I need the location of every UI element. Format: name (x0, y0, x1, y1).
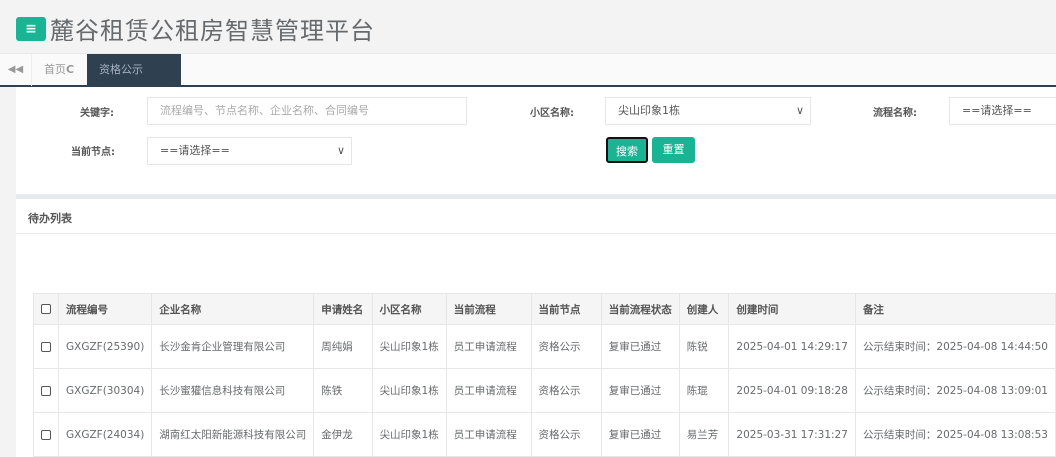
main-content: 关键字: 流程编号、节点名称、企业名称、合同编号 小区名称: 尖山印象1栋 ∨ 流… (16, 87, 1056, 457)
table-cell: 公示结束时间：2025-04-08 13:09:01 (854, 368, 1056, 413)
todo-table: 流程编号 企业名称 申请姓名 小区名称 当前流程 当前节点 当前流程状态 创建人… (33, 293, 1056, 457)
process-value: ==请选择== (962, 104, 1032, 117)
table-cell: 员工申请流程 (445, 412, 532, 457)
list-title: 待办列表 (28, 212, 72, 225)
table-cell: 易兰芳 (678, 412, 730, 457)
col-header: 创建人 (678, 293, 730, 325)
col-header: 企业名称 (151, 293, 315, 325)
community-label: 小区名称: (530, 108, 574, 119)
row-checkbox[interactable] (33, 324, 59, 369)
table-cell: 周纯娟 (313, 324, 373, 369)
community-select[interactable]: 尖山印象1栋 ∨ (605, 97, 811, 125)
table-cell: 陈铁 (313, 368, 373, 413)
table-cell: 公示结束时间：2025-04-08 13:08:53 (854, 412, 1056, 457)
table-cell: GXGZF(30304) (57, 368, 153, 413)
table-cell: 尖山印象1栋 (371, 324, 447, 369)
table-cell: 金伊龙 (313, 412, 373, 457)
table-cell: 陈锐 (678, 324, 730, 369)
table-header-row: 流程编号 企业名称 申请姓名 小区名称 当前流程 当前节点 当前流程状态 创建人… (33, 293, 1056, 325)
col-header: 小区名称 (371, 293, 447, 325)
refresh-icon[interactable]: C (66, 63, 74, 76)
table-cell: 公示结束时间：2025-04-08 14:44:50 (854, 324, 1056, 369)
col-header: 备注 (854, 293, 1056, 325)
chevron-down-icon: ∨ (795, 104, 804, 117)
tab-bar: ◀◀ 首页C 资格公示81C✖ (0, 53, 1056, 108)
node-label: 当前节点: (71, 147, 115, 158)
col-header: 创建时间 (728, 293, 856, 325)
table-cell: 复审已通过 (600, 412, 680, 457)
select-all-checkbox[interactable] (33, 293, 59, 325)
app-title: 麓谷租赁公租房智慧管理平台 (50, 17, 375, 45)
header: ≡ 麓谷租赁公租房智慧管理平台 (0, 0, 1056, 53)
table-cell: 陈琨 (678, 368, 730, 413)
search-button[interactable]: 搜索 (606, 137, 648, 163)
col-header: 流程编号 (57, 293, 153, 325)
process-label: 流程名称: (873, 108, 917, 119)
keyword-input[interactable]: 流程编号、节点名称、企业名称、合同编号 (147, 97, 467, 125)
reset-button[interactable]: 重置 (652, 137, 695, 163)
tab-label: 首页 (44, 63, 66, 76)
tab-scroll-left-button[interactable]: ◀◀ (0, 54, 32, 86)
tab-home[interactable]: 首页C (32, 54, 86, 86)
row-checkbox[interactable] (33, 412, 59, 457)
table-cell: 长沙蜜獾信息科技有限公司 (151, 368, 315, 413)
double-chevron-left-icon: ◀◀ (7, 64, 24, 75)
table-cell: 资格公示 (530, 324, 602, 369)
table-cell: 2025-04-01 14:29:17 (728, 324, 856, 369)
table-row[interactable]: GXGZF(30304) 长沙蜜獾信息科技有限公司 陈铁 尖山印象1栋 员工申请流程 资格… (33, 368, 1056, 413)
keyword-label: 关键字: (80, 108, 114, 119)
node-value: ==请选择== (160, 144, 230, 157)
table-row[interactable]: GXGZF(25390) 长沙金肯企业管理有限公司 周纯娟 尖山印象1栋 员工申请流程资… (33, 324, 1056, 369)
process-select[interactable]: ==请选择== (949, 97, 1056, 125)
table-cell: 员工申请流程 (445, 368, 532, 413)
table-cell: 尖山印象1栋 (371, 412, 447, 457)
table-cell: GXGZF(25390) (57, 324, 153, 369)
menu-toggle-button[interactable]: ≡ (16, 17, 46, 41)
tab-qualification-notice[interactable]: 资格公示81C✖ (87, 54, 181, 108)
hamburger-icon: ≡ (25, 21, 37, 37)
col-header: 申请姓名 (313, 293, 373, 325)
col-header: 当前流程 (445, 293, 532, 325)
node-select[interactable]: ==请选择== ∨ (147, 137, 352, 165)
table-cell: 2025-03-31 17:31:27 (728, 412, 856, 457)
row-checkbox[interactable] (33, 368, 59, 413)
table-cell: 员工申请流程 (445, 324, 532, 369)
table-cell: 2025-04-01 09:18:28 (728, 368, 856, 413)
table-cell: 资格公示 (530, 368, 602, 413)
community-value: 尖山印象1栋 (618, 104, 680, 117)
table-cell: 复审已通过 (600, 368, 680, 413)
chevron-down-icon: ∨ (336, 144, 345, 157)
col-header: 当前节点 (530, 293, 602, 325)
table-cell: 复审已通过 (600, 324, 680, 369)
table-cell: GXGZF(24034) (57, 412, 153, 457)
table-cell: 尖山印象1栋 (371, 368, 447, 413)
divider (16, 233, 1056, 234)
table-row[interactable]: GXGZF(24034) 湖南红太阳新能源科技有限公司 金伊龙 尖山印象1栋 员工申请流… (33, 412, 1056, 457)
table-cell: 资格公示 (530, 412, 602, 457)
col-header: 当前流程状态 (600, 293, 680, 325)
table-cell: 湖南红太阳新能源科技有限公司 (151, 412, 315, 457)
divider (16, 194, 1056, 199)
table-cell: 长沙金肯企业管理有限公司 (151, 324, 315, 369)
